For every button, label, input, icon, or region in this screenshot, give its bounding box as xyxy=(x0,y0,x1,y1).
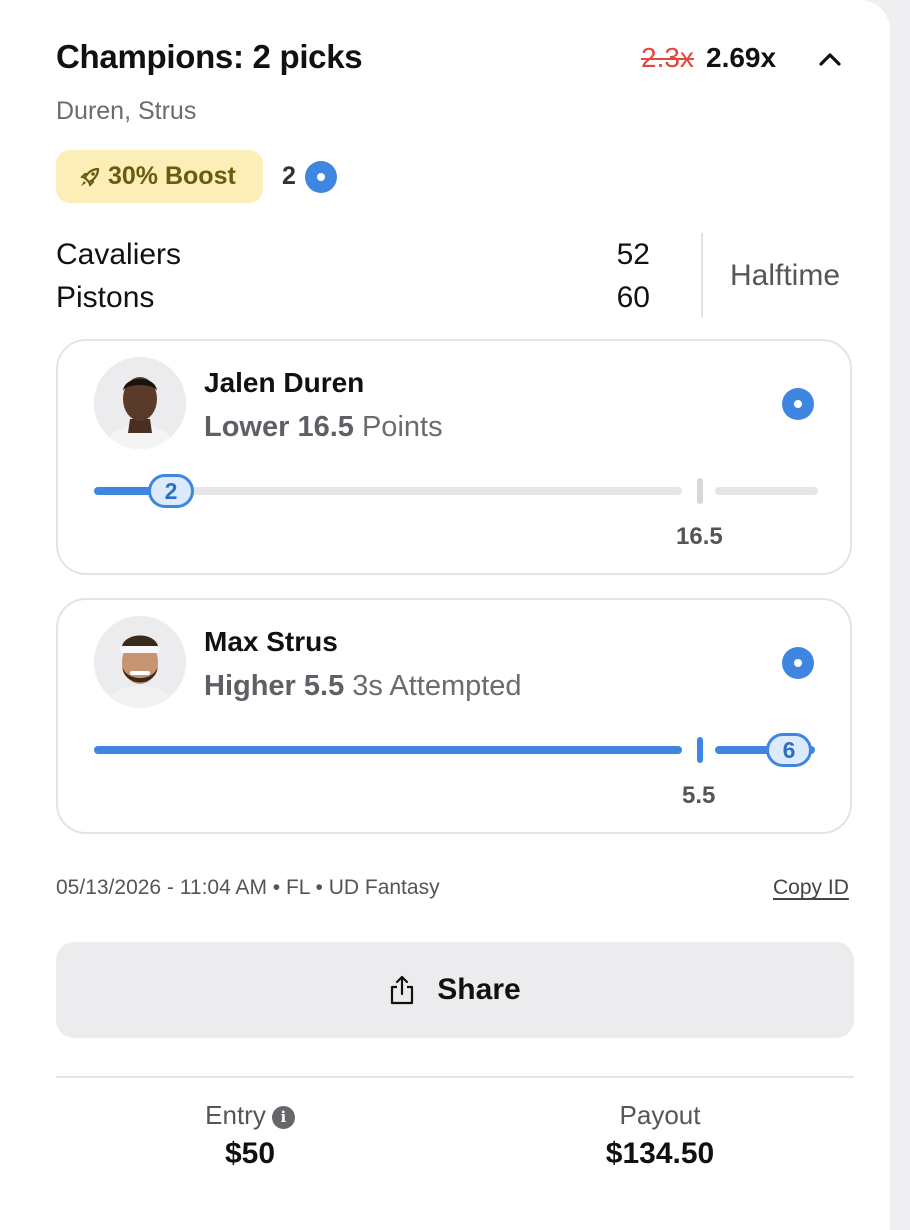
payout-section: Payout $134.50 xyxy=(466,1100,854,1171)
pick-card-duren[interactable]: Jalen Duren Lower 16.5 Points 2 16.5 xyxy=(56,339,852,575)
entry-section: Entry i $50 xyxy=(56,1100,444,1171)
progress-fill xyxy=(94,746,682,754)
entry-value: $50 xyxy=(224,1137,276,1170)
game-status: Halftime xyxy=(730,259,841,292)
progress-track-over xyxy=(715,487,818,495)
chevron-up-icon[interactable] xyxy=(816,46,844,72)
entry-title: Champions: 2 picks xyxy=(56,38,363,75)
selected-dot-icon xyxy=(782,388,814,420)
team-score-home: 60 xyxy=(616,281,650,314)
pick-line: Lower 16.5 Points xyxy=(204,411,443,444)
line-tick xyxy=(697,478,703,504)
progress-knob: 2 xyxy=(148,474,194,508)
line-label: 5.5 xyxy=(682,782,716,809)
selected-dot-icon xyxy=(305,161,337,193)
player-avatar xyxy=(94,357,186,449)
original-multiplier: 2.3x xyxy=(641,42,694,73)
footer-divider xyxy=(56,1076,854,1078)
pick-stat: 3s Attempted xyxy=(352,670,522,702)
pick-direction: Lower 16.5 xyxy=(204,411,354,443)
rocket-icon xyxy=(80,167,100,187)
player-name: Max Strus xyxy=(204,626,338,657)
pick-card-strus[interactable]: Max Strus Higher 5.5 3s Attempted 6 5.5 xyxy=(56,598,852,834)
entry-card: Champions: 2 picks 2.3x 2.69x Duren, Str… xyxy=(0,0,890,1230)
boost-label: 30% Boost xyxy=(108,162,236,190)
pick-line: Higher 5.5 3s Attempted xyxy=(204,670,522,703)
boosted-multiplier: 2.69x xyxy=(706,42,777,73)
divider xyxy=(701,233,703,317)
team-score-away: 52 xyxy=(616,238,650,271)
player-name: Jalen Duren xyxy=(204,367,365,398)
pick-count: 2 xyxy=(282,162,296,190)
team-name-home: Pistons xyxy=(56,281,155,314)
player-avatar xyxy=(94,616,186,708)
selected-dot-icon xyxy=(782,647,814,679)
entry-label: Entry xyxy=(205,1100,266,1130)
progress-knob: 6 xyxy=(766,733,812,767)
payout-value: $134.50 xyxy=(605,1137,715,1170)
share-icon xyxy=(391,975,414,1005)
share-label: Share xyxy=(437,973,521,1006)
entry-meta: 05/13/2026 - 11:04 AM • FL • UD Fantasy xyxy=(56,876,440,899)
line-label: 16.5 xyxy=(676,523,723,550)
info-icon[interactable]: i xyxy=(271,1105,295,1129)
boost-badge: 30% Boost xyxy=(56,150,263,203)
copy-id-link[interactable]: Copy ID xyxy=(773,876,849,900)
payout-label: Payout xyxy=(619,1100,701,1130)
picks-subtitle: Duren, Strus xyxy=(56,97,197,125)
pick-stat: Points xyxy=(361,411,443,443)
pick-direction: Higher 5.5 xyxy=(204,670,345,702)
team-name-away: Cavaliers xyxy=(56,238,182,271)
line-tick xyxy=(697,737,703,763)
share-button[interactable]: Share xyxy=(56,942,854,1038)
